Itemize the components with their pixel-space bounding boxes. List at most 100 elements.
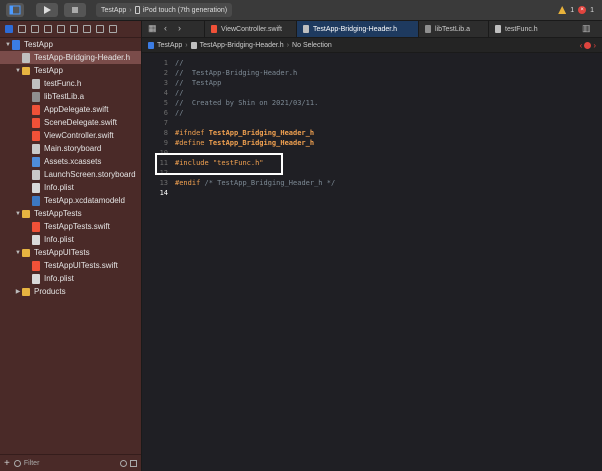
editor-tab-label: libTestLib.a xyxy=(435,25,471,33)
file-tree-item[interactable]: SceneDelegate.swift xyxy=(0,116,141,129)
editor-tab[interactable]: testFunc.h xyxy=(488,21,563,37)
file-tree-item[interactable]: Info.plist xyxy=(0,233,141,246)
recent-files-icon[interactable] xyxy=(120,459,127,467)
warning-count: 1 xyxy=(570,6,575,14)
code-line[interactable]: 6 // xyxy=(142,108,602,118)
error-count: 1 xyxy=(590,6,594,14)
code-text: // xyxy=(175,58,183,68)
file-tree-item[interactable]: LaunchScreen.storyboard xyxy=(0,168,141,181)
file-tree-item[interactable]: AppDelegate.swift xyxy=(0,103,141,116)
code-editor[interactable]: 1 // 2 // TestApp-Bridging-Header.h 3 // Test… xyxy=(142,53,602,471)
code-line[interactable]: 3 // TestApp xyxy=(142,78,602,88)
source-control-filter-icon[interactable] xyxy=(130,459,137,467)
disclosure-down-icon[interactable]: ▼ xyxy=(14,211,22,217)
editor-tab-bar: ▦ ‹ › ViewController.swift TestApp-Bridgi… xyxy=(142,21,602,38)
error-icon: × xyxy=(578,6,587,14)
next-issue-icon[interactable]: › xyxy=(593,41,596,50)
file-tree-item[interactable]: testFunc.h xyxy=(0,77,141,90)
file-tree-item[interactable]: ▼ TestAppUITests xyxy=(0,246,141,259)
file-tree-item[interactable]: libTestLib.a xyxy=(0,90,141,103)
stop-button[interactable] xyxy=(64,3,86,17)
editor-tab[interactable]: libTestLib.a xyxy=(418,21,489,37)
project-navigator-tab-icon[interactable] xyxy=(5,25,13,33)
editor-tab[interactable]: ViewController.swift xyxy=(204,21,297,37)
disclosure-down-icon[interactable]: ▼ xyxy=(4,42,12,48)
header-file-icon xyxy=(22,52,30,63)
breakpoint-tab-icon[interactable] xyxy=(96,25,104,33)
file-tree-item[interactable]: TestApp-Bridging-Header.h xyxy=(0,51,141,64)
debug-tab-icon[interactable] xyxy=(83,25,91,33)
jumpbar-file[interactable]: TestApp-Bridging-Header.h xyxy=(200,42,284,49)
code-token: // Created by Shin on 2021/03/11. xyxy=(175,99,319,107)
issue-tab-icon[interactable] xyxy=(57,25,65,33)
file-tree-item[interactable]: TestApp.xcdatamodeld xyxy=(0,194,141,207)
line-number: 14 xyxy=(159,189,168,197)
issue-status[interactable]: 1 × 1 xyxy=(558,3,594,17)
jumpbar-selection[interactable]: No Selection xyxy=(292,42,332,49)
back-icon[interactable]: ‹ xyxy=(164,23,167,33)
code-line[interactable]: 1 // xyxy=(142,58,602,68)
previous-issue-icon[interactable]: ‹ xyxy=(580,41,583,50)
code-token: /* TestApp_Bridging_Header_h */ xyxy=(204,179,336,187)
report-tab-icon[interactable] xyxy=(109,25,117,33)
forward-icon[interactable]: › xyxy=(178,23,181,33)
navigator-tabs xyxy=(0,21,141,38)
project-navigator: ▼ TestApp TestApp-Bridging-Header.h ▼ TestAp… xyxy=(0,21,142,471)
navigator-toggle-button[interactable] xyxy=(6,3,24,17)
file-tree-item[interactable]: Assets.xcassets xyxy=(0,155,141,168)
code-line[interactable]: 8 #ifndef TestApp_Bridging_Header_h xyxy=(142,128,602,138)
swift-file-icon xyxy=(32,130,40,141)
error-icon xyxy=(584,41,592,49)
code-line[interactable]: 2 // TestApp-Bridging-Header.h xyxy=(142,68,602,78)
file-tree-item[interactable]: ▶ Products xyxy=(0,285,141,298)
disclosure-down-icon[interactable]: ▼ xyxy=(14,250,22,256)
swift-file-icon xyxy=(32,260,40,271)
editor-tab-label: testFunc.h xyxy=(505,25,538,33)
chevron-right-icon: › xyxy=(185,41,188,49)
file-tree-item[interactable]: Info.plist xyxy=(0,272,141,285)
plist-file-icon xyxy=(32,273,40,284)
test-tab-icon[interactable] xyxy=(70,25,78,33)
storyboard-file-icon xyxy=(32,143,40,154)
code-line[interactable]: 13 #endif /* TestApp_Bridging_Header_h */ xyxy=(142,178,602,188)
code-line[interactable]: 5 // Created by Shin on 2021/03/11. xyxy=(142,98,602,108)
scheme-selector[interactable]: TestApp › iPod touch (7th generation) xyxy=(96,3,233,17)
code-line[interactable]: 7 xyxy=(142,118,602,128)
device-icon xyxy=(134,6,140,14)
header-file-icon xyxy=(495,25,501,33)
code-line[interactable]: 9 #define TestApp_Bridging_Header_h xyxy=(142,138,602,148)
disclosure-down-icon[interactable]: ▼ xyxy=(14,68,22,74)
swift-file-icon xyxy=(32,104,40,115)
add-editor-icon[interactable]: ▥ xyxy=(582,23,591,34)
code-line[interactable]: 4 // xyxy=(142,88,602,98)
grid-icon[interactable]: ▦ xyxy=(148,23,157,34)
run-button[interactable] xyxy=(36,3,58,17)
add-icon[interactable]: + xyxy=(4,458,10,469)
file-tree-item[interactable]: Main.storyboard xyxy=(0,142,141,155)
file-tree-item-label: testFunc.h xyxy=(44,79,82,88)
file-tree-item[interactable]: Info.plist xyxy=(0,181,141,194)
code-text: #endif /* TestApp_Bridging_Header_h */ xyxy=(175,178,335,188)
code-line[interactable]: 14 xyxy=(142,188,602,198)
file-tree-item[interactable]: TestAppTests.swift xyxy=(0,220,141,233)
line-number: 5 xyxy=(163,99,168,107)
sidebar-icon xyxy=(9,5,21,15)
file-tree-item-label: SceneDelegate.swift xyxy=(44,118,117,127)
disclosure-right-icon[interactable]: ▶ xyxy=(14,288,22,295)
file-tree-item[interactable]: ▼ TestApp xyxy=(0,64,141,77)
file-tree-item[interactable]: TestAppUITests.swift xyxy=(0,259,141,272)
file-tree-item-label: Info.plist xyxy=(44,235,74,244)
file-tree-item[interactable]: ViewController.swift xyxy=(0,129,141,142)
editor-tab[interactable]: TestApp-Bridging-Header.h xyxy=(296,21,419,37)
header-file-icon xyxy=(190,41,197,49)
code-text: #ifndef TestApp_Bridging_Header_h xyxy=(175,128,314,138)
source-control-tab-icon[interactable] xyxy=(18,25,26,33)
file-tree-item[interactable]: ▼ TestApp xyxy=(0,38,141,51)
symbol-tab-icon[interactable] xyxy=(31,25,39,33)
file-tree-item[interactable]: ▼ TestAppTests xyxy=(0,207,141,220)
file-tree-item-label: TestAppTests.swift xyxy=(44,222,110,231)
find-tab-icon[interactable] xyxy=(44,25,52,33)
line-number: 7 xyxy=(163,119,168,127)
filter-input[interactable]: Filter xyxy=(24,460,120,467)
jumpbar-project[interactable]: TestApp xyxy=(157,42,182,49)
